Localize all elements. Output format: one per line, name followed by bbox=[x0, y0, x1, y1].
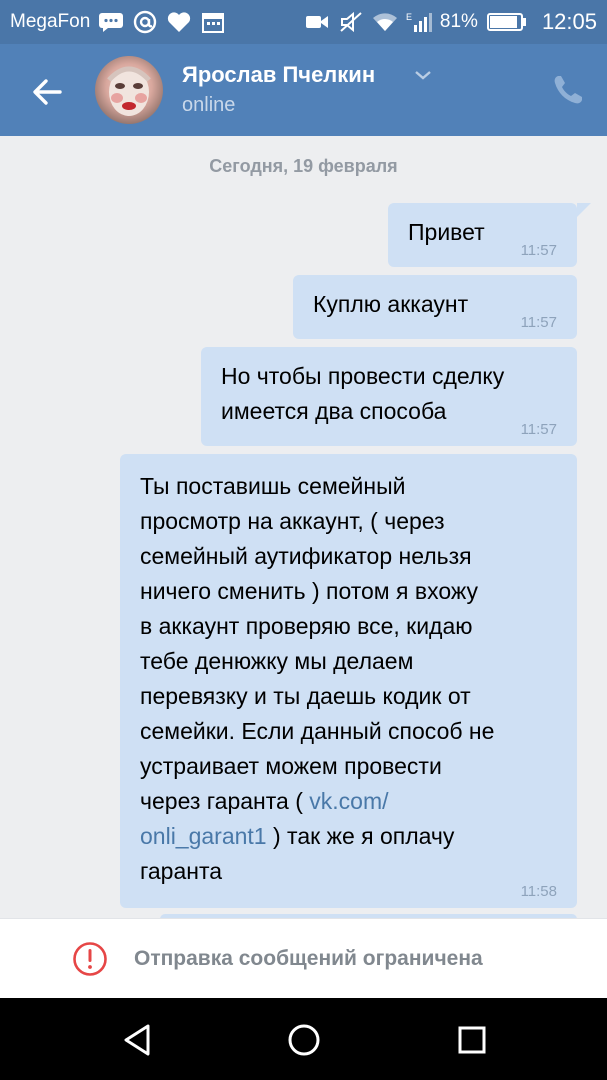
arrow-left-icon bbox=[33, 79, 62, 105]
messaging-restricted-bar: Отправка сообщений ограничена bbox=[0, 918, 607, 999]
network-type-label: E bbox=[406, 12, 412, 22]
message-text: Но чтобы провести сделку имеется два спо… bbox=[221, 363, 505, 424]
message-bubble[interactable]: Куплю аккаунт 11:57 bbox=[293, 275, 577, 339]
bubble-tail bbox=[577, 203, 591, 217]
alert-circle-icon bbox=[73, 942, 107, 976]
message-time: 11:57 bbox=[520, 314, 557, 331]
chat-header: Ярослав Пчелкин online bbox=[0, 44, 607, 136]
battery-icon bbox=[486, 11, 528, 33]
battery-percent: 81% bbox=[439, 11, 478, 32]
call-button[interactable] bbox=[550, 72, 586, 108]
carrier-label: MegaFon bbox=[10, 11, 91, 32]
wifi-icon bbox=[372, 11, 398, 33]
video-icon bbox=[304, 11, 330, 33]
chevron-down-icon[interactable] bbox=[414, 68, 432, 82]
contact-status: online bbox=[182, 94, 236, 116]
message-time: 11:58 bbox=[520, 883, 557, 900]
recents-square-icon bbox=[458, 1026, 486, 1054]
home-circle-icon bbox=[288, 1024, 320, 1056]
avatar-photo bbox=[107, 66, 151, 116]
date-separator: Сегодня, 19 февраля bbox=[209, 156, 398, 176]
nav-back-button[interactable] bbox=[118, 1020, 158, 1060]
message-text-part: Ты поставишь семейный просмотр на аккаун… bbox=[140, 473, 495, 814]
system-nav-bar bbox=[0, 998, 607, 1080]
contact-name[interactable]: Ярослав Пчелкин bbox=[182, 62, 375, 88]
mute-icon bbox=[338, 11, 364, 33]
phone-icon bbox=[554, 76, 582, 104]
message-bubble[interactable]: Но чтобы провести сделку имеется два спо… bbox=[201, 347, 577, 446]
signal-icon: E bbox=[406, 11, 432, 33]
calendar-icon bbox=[200, 11, 226, 33]
back-button[interactable] bbox=[26, 70, 70, 114]
at-icon bbox=[132, 10, 158, 34]
heart-icon bbox=[166, 11, 192, 33]
messages-icon bbox=[98, 11, 124, 33]
clock: 12:05 bbox=[541, 9, 597, 34]
back-triangle-icon bbox=[124, 1024, 150, 1056]
message-time: 11:57 bbox=[520, 421, 557, 438]
restricted-message: Отправка сообщений ограничена bbox=[134, 947, 483, 970]
message-bubble[interactable]: Ты поставишь семейный просмотр на аккаун… bbox=[120, 454, 577, 908]
nav-recents-button[interactable] bbox=[452, 1020, 492, 1060]
message-bubble[interactable]: Привет 11:57 bbox=[388, 203, 591, 267]
message-text: Ты поставишь семейный просмотр на аккаун… bbox=[140, 469, 557, 889]
nav-home-button[interactable] bbox=[284, 1020, 324, 1060]
avatar[interactable] bbox=[95, 56, 163, 124]
message-time: 11:57 bbox=[520, 242, 557, 259]
status-bar: MegaFon E 81% 12:05 bbox=[0, 0, 607, 44]
